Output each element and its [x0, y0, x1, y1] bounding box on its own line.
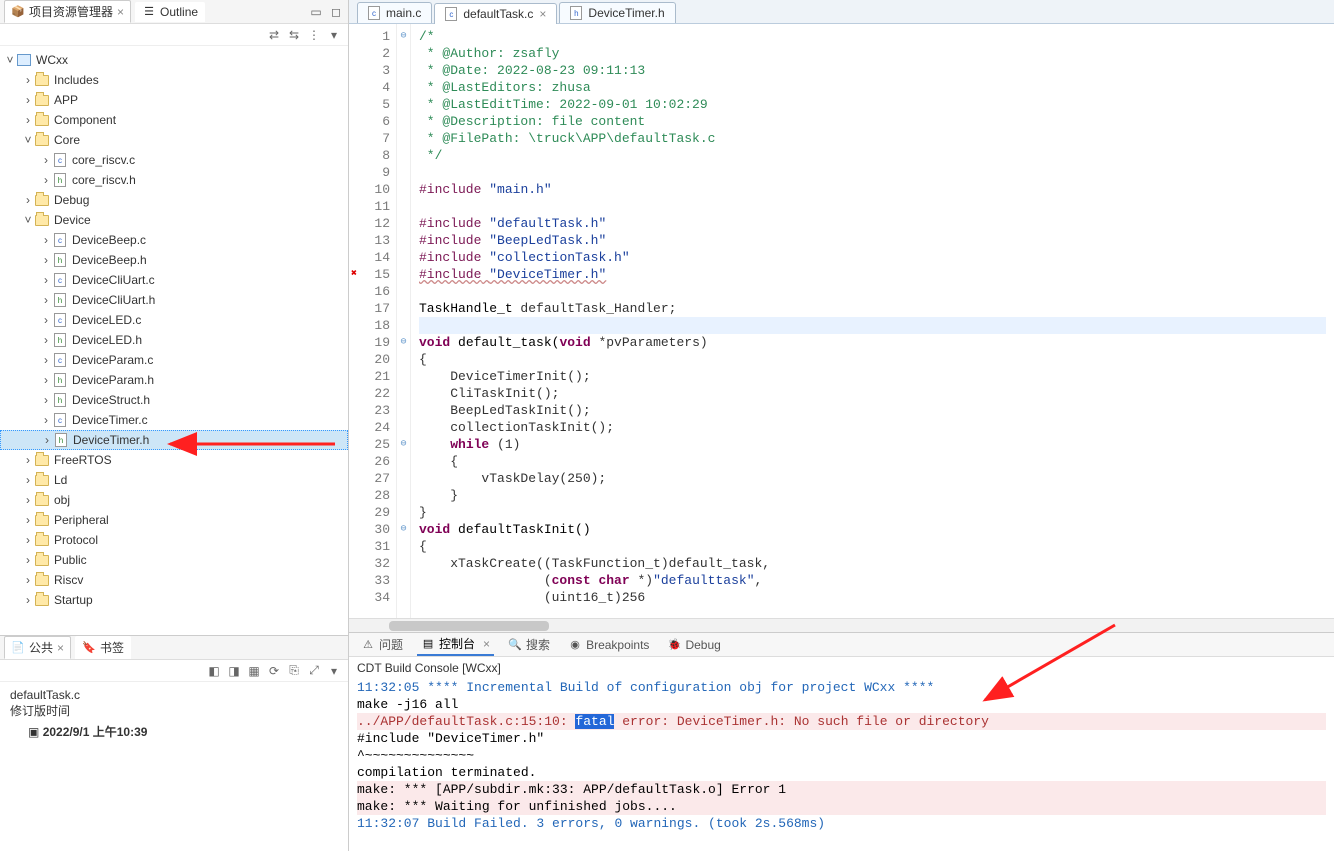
- console-output[interactable]: 11:32:05 **** Incremental Build of confi…: [349, 679, 1334, 851]
- tree-item[interactable]: ›obj: [0, 490, 348, 510]
- console-title: CDT Build Console [WCxx]: [349, 657, 1334, 679]
- editor-tab[interactable]: hDeviceTimer.h: [559, 2, 675, 23]
- close-icon[interactable]: ×: [57, 641, 64, 655]
- tab-label: 项目资源管理器: [29, 3, 113, 20]
- code-area[interactable]: /* * @Author: zsafly * @Date: 2022-08-23…: [411, 24, 1334, 618]
- tree-item[interactable]: ›hDeviceStruct.h: [0, 390, 348, 410]
- filters-icon[interactable]: ⋮: [306, 27, 322, 43]
- tree-item[interactable]: ›cDeviceLED.c: [0, 310, 348, 330]
- tab-search[interactable]: 🔍搜索: [504, 634, 554, 655]
- tab-bookmarks[interactable]: 🔖 书签: [75, 636, 131, 659]
- tree-item[interactable]: ›hDeviceLED.h: [0, 330, 348, 350]
- tree-item[interactable]: ˅Device: [0, 210, 348, 230]
- console-line: compilation terminated.: [357, 764, 1326, 781]
- tree-item[interactable]: ›cDeviceBeep.c: [0, 230, 348, 250]
- tree-item[interactable]: ›cDeviceParam.c: [0, 350, 348, 370]
- project-explorer: 📦 项目资源管理器 × ☰ Outline ▭ ◻ ⇄ ⇆ ⋮ ▾ ˅WCxx›…: [0, 0, 348, 635]
- props-file: defaultTask.c: [10, 688, 338, 702]
- console-line: 11:32:07 Build Failed. 3 errors, 0 warni…: [357, 815, 1326, 832]
- console-line: ^~~~~~~~~~~~~~~: [357, 747, 1326, 764]
- console-icon: ▤: [421, 637, 435, 651]
- tab-public[interactable]: 📄 公共 ×: [4, 636, 71, 659]
- tree-item[interactable]: ›Debug: [0, 190, 348, 210]
- tool2-icon[interactable]: ◨: [226, 663, 242, 679]
- tab-outline[interactable]: ☰ Outline: [135, 2, 205, 22]
- editor-tabbar: cmain.ccdefaultTask.c×hDeviceTimer.h: [349, 0, 1334, 24]
- close-icon[interactable]: ×: [117, 5, 124, 19]
- tree-item[interactable]: ˅Core: [0, 130, 348, 150]
- tool4-icon[interactable]: ⟳: [266, 663, 282, 679]
- tab-problems[interactable]: ⚠问题: [357, 634, 407, 655]
- tree-item[interactable]: ›Riscv: [0, 570, 348, 590]
- tool3-icon[interactable]: ▦: [246, 663, 262, 679]
- tool7-icon[interactable]: ▾: [326, 663, 342, 679]
- minimize-icon[interactable]: ▭: [308, 4, 324, 20]
- console-line: make -j16 all: [357, 696, 1326, 713]
- tree-item[interactable]: ›hDeviceBeep.h: [0, 250, 348, 270]
- bug-icon: 🐞: [667, 638, 681, 652]
- calendar-icon: ▣: [28, 725, 39, 739]
- console-line: make: *** [APP/subdir.mk:33: APP/default…: [357, 781, 1326, 798]
- close-icon[interactable]: ×: [483, 637, 490, 651]
- tree-item[interactable]: ›ccore_riscv.c: [0, 150, 348, 170]
- warn-icon: ⚠: [361, 638, 375, 652]
- editor-tab[interactable]: cdefaultTask.c×: [434, 3, 557, 24]
- tree-item[interactable]: ›APP: [0, 90, 348, 110]
- tree-item[interactable]: ›hDeviceParam.h: [0, 370, 348, 390]
- tree-item[interactable]: ›Includes: [0, 70, 348, 90]
- tree-item[interactable]: ›Public: [0, 550, 348, 570]
- tree-item[interactable]: ›cDeviceTimer.c: [0, 410, 348, 430]
- tab-console[interactable]: ▤控制台×: [417, 633, 494, 656]
- tree-item[interactable]: ›hDeviceCliUart.h: [0, 290, 348, 310]
- tree-item[interactable]: ›FreeRTOS: [0, 450, 348, 470]
- tree-item[interactable]: ›Component: [0, 110, 348, 130]
- doc-icon: 📄: [11, 641, 25, 655]
- tab-project-explorer[interactable]: 📦 项目资源管理器 ×: [4, 0, 131, 23]
- console-line: #include "DeviceTimer.h": [357, 730, 1326, 747]
- tab-bookmarks-label: 书签: [100, 639, 124, 656]
- tree-item[interactable]: ›hDeviceTimer.h: [0, 430, 348, 450]
- menu-icon[interactable]: ▾: [326, 27, 342, 43]
- search-icon: 🔍: [508, 638, 522, 652]
- tree-item[interactable]: ›Startup: [0, 590, 348, 610]
- tree-item[interactable]: ›Ld: [0, 470, 348, 490]
- console-error-line: ../APP/defaultTask.c:15:10: fatal error:…: [357, 713, 1326, 730]
- tree-project-root[interactable]: ˅WCxx: [0, 50, 348, 70]
- console-line: make: *** Waiting for unfinished jobs...…: [357, 798, 1326, 815]
- maximize-icon[interactable]: ◻: [328, 4, 344, 20]
- file-tree[interactable]: ˅WCxx›Includes›APP›Component˅Core›ccore_…: [0, 46, 348, 635]
- console-panel: ⚠问题 ▤控制台× 🔍搜索 ◉Breakpoints 🐞Debug CDT Bu…: [349, 632, 1334, 851]
- tool1-icon[interactable]: ◧: [206, 663, 222, 679]
- tab-debug[interactable]: 🐞Debug: [663, 636, 724, 654]
- package-icon: 📦: [11, 5, 25, 19]
- tool5-icon[interactable]: ⎘: [286, 663, 302, 679]
- tab-outline-label: Outline: [160, 5, 198, 19]
- line-gutter: 1234567891011121314151617181920212223242…: [349, 24, 397, 618]
- editor-hscroll[interactable]: [349, 618, 1334, 632]
- collapse-all-icon[interactable]: ⇄: [266, 27, 282, 43]
- code-editor[interactable]: 1234567891011121314151617181920212223242…: [349, 24, 1334, 618]
- close-icon[interactable]: ×: [539, 7, 546, 21]
- tab-public-label: 公共: [29, 639, 53, 656]
- tree-item[interactable]: ›cDeviceCliUart.c: [0, 270, 348, 290]
- bookmark-icon: 🔖: [82, 641, 96, 655]
- tool6-icon[interactable]: ⤢: [306, 663, 322, 679]
- properties-panel: 📄 公共 × 🔖 书签 ◧ ◨ ▦ ⟳ ⎘ ⤢ ▾ defa: [0, 635, 348, 851]
- console-line: 11:32:05 **** Incremental Build of confi…: [357, 679, 1326, 696]
- editor-tab[interactable]: cmain.c: [357, 2, 432, 23]
- link-editor-icon[interactable]: ⇆: [286, 27, 302, 43]
- tree-item[interactable]: ›Peripheral: [0, 510, 348, 530]
- breakpoint-icon: ◉: [568, 638, 582, 652]
- tab-breakpoints[interactable]: ◉Breakpoints: [564, 636, 653, 654]
- props-mod-label: 修订版时间: [10, 702, 338, 719]
- tree-item[interactable]: ›Protocol: [0, 530, 348, 550]
- props-mod-value: 2022/9/1 上午10:39: [43, 725, 148, 739]
- tree-item[interactable]: ›hcore_riscv.h: [0, 170, 348, 190]
- outline-icon: ☰: [142, 5, 156, 19]
- fold-bar[interactable]: ⊖⊖⊖⊖: [397, 24, 411, 618]
